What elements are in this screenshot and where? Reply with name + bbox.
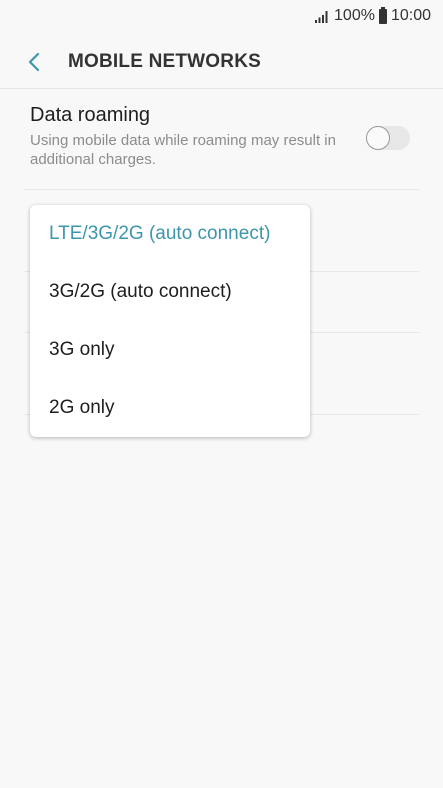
- battery-icon: [378, 6, 387, 24]
- divider: [24, 189, 419, 190]
- option-lte-3g-2g[interactable]: LTE/3G/2G (auto connect): [30, 205, 310, 263]
- option-2g-only[interactable]: 2G only: [30, 379, 310, 437]
- network-mode-dropdown: LTE/3G/2G (auto connect) 3G/2G (auto con…: [30, 205, 310, 437]
- status-bar: 100% 10:00: [0, 0, 443, 32]
- clock: 10:00: [390, 7, 431, 24]
- header-bar: MOBILE NETWORKS: [0, 36, 443, 89]
- toggle-knob: [366, 126, 390, 150]
- chevron-left-icon: [28, 52, 40, 72]
- battery-percent: 100%: [334, 7, 375, 24]
- option-3g-2g[interactable]: 3G/2G (auto connect): [30, 263, 310, 321]
- data-roaming-setting[interactable]: Data roaming Using mobile data while roa…: [30, 104, 419, 169]
- data-roaming-title: Data roaming: [30, 104, 151, 126]
- data-roaming-description: Using mobile data while roaming may resu…: [30, 132, 336, 168]
- signal-icon: [315, 10, 328, 23]
- data-roaming-toggle[interactable]: [366, 126, 410, 150]
- option-3g-only[interactable]: 3G only: [30, 321, 310, 379]
- page-title: MOBILE NETWORKS: [68, 51, 261, 72]
- back-button[interactable]: [14, 42, 54, 82]
